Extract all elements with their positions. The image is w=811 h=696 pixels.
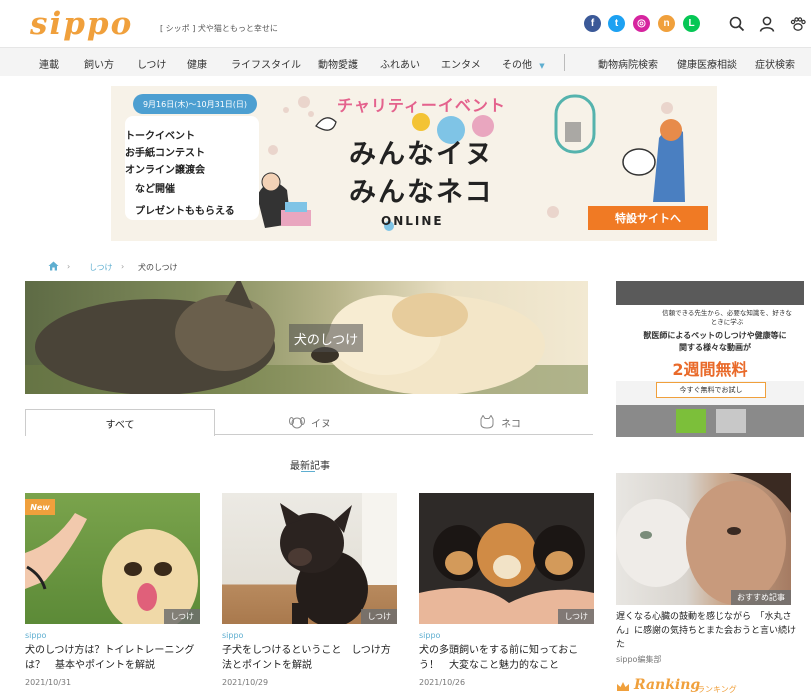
nav-item-medical-consult[interactable]: 健康医療相談	[677, 56, 737, 71]
chevron-right-icon: ›	[121, 262, 125, 271]
nav-item-entertainment[interactable]: エンタメ	[441, 56, 481, 71]
ad-thumb	[676, 409, 706, 433]
nav-item-interaction[interactable]: ふれあい	[380, 56, 420, 71]
paw-icon[interactable]	[789, 15, 807, 33]
ad-top-strip	[616, 281, 804, 305]
main-nav: 連載 飼い方 しつけ 健康 ライフスタイル 動物愛護 ふれあい エンタメ その他…	[0, 47, 811, 76]
recommended-illustration	[616, 473, 791, 605]
new-badge: New	[25, 499, 55, 515]
site-tagline: [ シッポ ] 犬や猫ともっと幸せに	[160, 24, 278, 33]
recommended-badge: おすすめ記事	[731, 590, 791, 605]
nav-item-health[interactable]: 健康	[187, 56, 207, 71]
recommended-title[interactable]: 遅くなる心臓の鼓動を感じながら 「水丸さん」に感謝の気持ちとまた会おうと言い続け…	[616, 610, 796, 652]
site-logo[interactable]: sippo	[30, 6, 133, 42]
search-icon[interactable]	[728, 15, 746, 33]
ranking-subheading: ランキング	[697, 685, 737, 694]
article-card[interactable]: New しつけ sippo 犬のしつけ方は？トイレトレーニングは？ 基本やポイン…	[25, 493, 200, 687]
category-hero-image: 犬のしつけ	[25, 281, 588, 394]
article-title[interactable]: 犬の多頭飼いをする前に知っておこう！ 大変なこと魅力的なこと	[419, 643, 595, 673]
article-source: sippo	[419, 631, 441, 640]
article-thumbnail[interactable]: しつけ	[222, 493, 397, 624]
banner-cta-button[interactable]: 特設サイトへ	[588, 206, 708, 230]
tab-all[interactable]: すべて	[25, 409, 215, 436]
crown-icon	[617, 682, 629, 691]
chevron-right-icon: ›	[67, 262, 71, 271]
article-title[interactable]: 子犬をしつけるということ しつけ方法とポイントを解説	[222, 643, 398, 673]
banner-line-letter: お手紙コンテスト	[125, 148, 205, 159]
banner-line-talk: トークイベント	[125, 131, 195, 142]
latest-heading: 最新記事	[290, 461, 330, 472]
category-badge: しつけ	[558, 609, 594, 624]
breadcrumb-training[interactable]: しつけ	[89, 262, 113, 273]
nav-item-symptom-search[interactable]: 症状検索	[755, 56, 795, 71]
twitter-icon[interactable]: t	[608, 15, 625, 32]
ad-body: 獣医師によるペットのしつけや健康等に関する様々な動画が	[643, 331, 787, 352]
banner-date: 9月16日(木)〜10月31日(日)	[133, 94, 257, 114]
nav-divider	[564, 54, 565, 71]
banner-line-adoption: オンライン譲渡会	[125, 165, 205, 176]
article-source: sippo	[222, 631, 244, 640]
recommended-article-image[interactable]: おすすめ記事	[616, 473, 791, 605]
ad-bottom-strip	[616, 405, 804, 437]
latest-heading-underline	[301, 471, 315, 472]
hero-title: 犬のしつけ	[289, 324, 363, 352]
charity-event-banner[interactable]: 9月16日(木)〜10月31日(日) トークイベント お手紙コンテスト オンライ…	[111, 86, 717, 241]
ad-thumb	[716, 409, 746, 433]
dog-icon	[289, 417, 305, 429]
nav-item-animal-welfare[interactable]: 動物愛護	[318, 56, 358, 71]
home-icon[interactable]	[48, 261, 59, 271]
article-card[interactable]: しつけ sippo 子犬をしつけるということ しつけ方法とポイントを解説 202…	[222, 493, 397, 687]
user-icon[interactable]	[758, 15, 776, 33]
ad-cta-button[interactable]: 今すぐ無料でお試し	[656, 382, 766, 398]
nav-item-lifestyle[interactable]: ライフスタイル	[231, 56, 301, 71]
article-thumbnail[interactable]: New しつけ	[25, 493, 200, 624]
ad-headline: 信頼できる先生から、必要な知識を、好きなときに学ぶ	[662, 309, 792, 326]
category-badge: しつけ	[164, 609, 200, 624]
instagram-icon[interactable]: ◎	[633, 15, 650, 32]
ranking-heading: Ranking	[634, 677, 701, 693]
banner-line-etc: など開催	[135, 184, 175, 195]
note-icon[interactable]: n	[658, 15, 675, 32]
cat-icon	[480, 415, 494, 429]
article-card[interactable]: しつけ sippo 犬の多頭飼いをする前に知っておこう！ 大変なこと魅力的なこと…	[419, 493, 594, 687]
video-course-ad[interactable]: 信頼できる先生から、必要な知識を、好きなときに学ぶ 獣医師によるペットのしつけや…	[616, 281, 804, 437]
tab-dog[interactable]: イヌ	[220, 409, 400, 435]
category-badge: しつけ	[361, 609, 397, 624]
nav-item-care[interactable]: 飼い方	[84, 56, 114, 71]
nav-item-series[interactable]: 連載	[39, 56, 59, 71]
banner-title: みんなイヌ みんなネコ	[349, 139, 494, 208]
article-title[interactable]: 犬のしつけ方は？トイレトレーニングは？ 基本やポイントを解説	[25, 643, 201, 673]
banner-charity-label: チャリティーイベント	[337, 96, 506, 115]
nav-item-other[interactable]: その他 ▼	[502, 56, 545, 71]
article-image	[419, 523, 594, 624]
ad-highlight: 2週間無料	[672, 360, 748, 379]
article-date: 2021/10/26	[419, 678, 466, 687]
recommended-author: sippo編集部	[616, 655, 662, 664]
article-source: sippo	[25, 631, 47, 640]
chevron-down-icon: ▼	[539, 62, 545, 70]
facebook-icon[interactable]: f	[584, 15, 601, 32]
nav-item-training[interactable]: しつけ	[137, 56, 166, 71]
banner-line-present: プレゼントももらえる	[135, 206, 235, 217]
breadcrumb-current: 犬のしつけ	[138, 263, 178, 272]
article-date: 2021/10/31	[25, 678, 72, 687]
site-header: sippo [ シッポ ] 犬や猫ともっと幸せに f t ◎ n L	[0, 0, 811, 47]
article-image	[280, 493, 397, 624]
banner-online-label: ONLINE	[381, 214, 444, 228]
article-date: 2021/10/29	[222, 678, 269, 687]
article-thumbnail[interactable]: しつけ	[419, 493, 594, 624]
line-icon[interactable]: L	[683, 15, 700, 32]
nav-item-hospital-search[interactable]: 動物病院検索	[598, 56, 658, 71]
tab-cat[interactable]: ネコ	[410, 409, 590, 435]
